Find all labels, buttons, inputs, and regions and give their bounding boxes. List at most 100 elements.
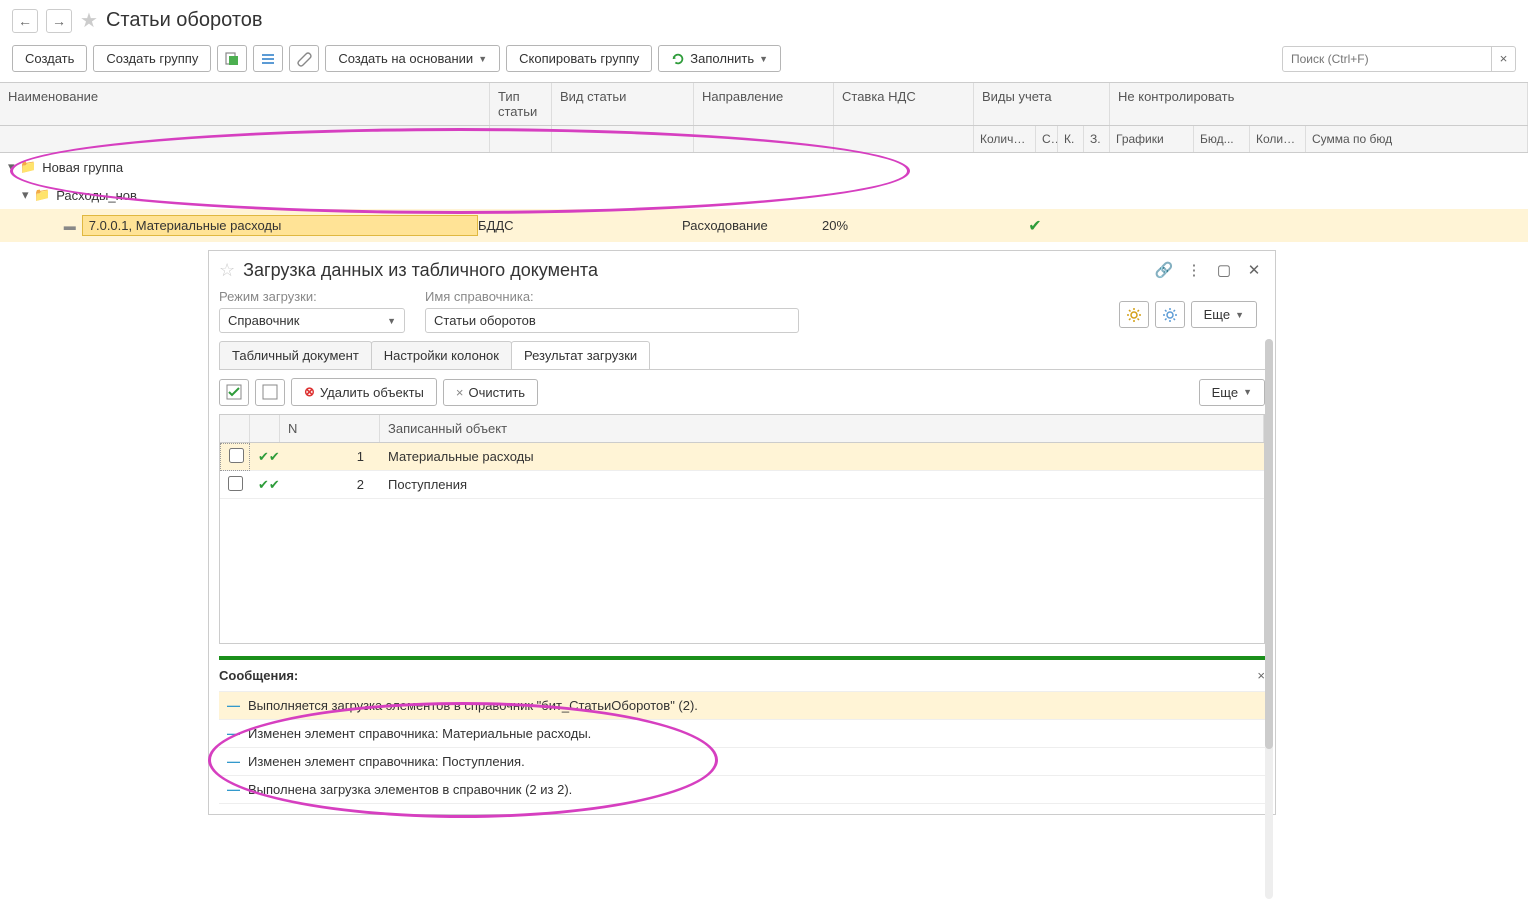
- folder-icon: 📁: [34, 187, 50, 203]
- back-button[interactable]: ←: [12, 9, 38, 33]
- dash-icon: —: [227, 754, 240, 769]
- favorite-star-icon[interactable]: ★: [80, 8, 98, 33]
- dash-icon: —: [227, 782, 240, 797]
- tool-button-2[interactable]: [1155, 301, 1185, 328]
- clear-label: Очистить: [468, 385, 525, 400]
- copy-group-button[interactable]: Скопировать группу: [506, 45, 652, 72]
- cell-nds: 20%: [822, 218, 962, 233]
- col-type[interactable]: Тип статьи: [490, 83, 552, 125]
- subcol-kol[interactable]: Количест...: [974, 126, 1036, 152]
- tree-item-row[interactable]: ▬ 7.0.0.1, Материальные расходы БДДС Рас…: [0, 209, 1528, 242]
- tab-columns[interactable]: Настройки колонок: [371, 341, 512, 369]
- group-label: Расходы_нов: [56, 188, 137, 203]
- more-label: Еще: [1212, 385, 1238, 400]
- more-label: Еще: [1204, 307, 1230, 322]
- messages-title: Сообщения:: [219, 668, 298, 683]
- copy-icon: [224, 51, 240, 67]
- chevron-down-icon: ▼: [759, 54, 768, 64]
- result-table: N Записанный объект ✔✔ 1 Материальные ра…: [219, 414, 1265, 644]
- message-text: Изменен элемент справочника: Материальны…: [248, 726, 591, 741]
- copy-button[interactable]: [217, 45, 247, 72]
- maximize-icon[interactable]: ▢: [1213, 259, 1235, 281]
- cell-type: БДДС: [478, 218, 540, 233]
- scrollbar-thumb[interactable]: [1265, 339, 1273, 749]
- row-checkbox[interactable]: [228, 476, 243, 491]
- more-icon[interactable]: ⋮: [1183, 259, 1205, 281]
- chevron-down-icon: ▼: [1235, 310, 1244, 320]
- list-button[interactable]: [253, 45, 283, 72]
- subcol-bud[interactable]: Бюд...: [1194, 126, 1250, 152]
- tab-document[interactable]: Табличный документ: [219, 341, 372, 369]
- message-row[interactable]: — Изменен элемент справочника: Поступлен…: [219, 748, 1265, 776]
- name-label: Имя справочника:: [425, 289, 799, 304]
- more-button-2[interactable]: Еще ▼: [1199, 379, 1265, 406]
- mode-value: Справочник: [228, 313, 300, 328]
- tree-group-row[interactable]: ▾ 📁 Расходы_нов: [0, 181, 1528, 209]
- messages-close-icon[interactable]: ×: [1257, 668, 1265, 683]
- col-obj[interactable]: Записанный объект: [380, 415, 1264, 442]
- result-row[interactable]: ✔✔ 2 Поступления: [220, 471, 1264, 499]
- message-row[interactable]: — Изменен элемент справочника: Материаль…: [219, 720, 1265, 748]
- forward-button[interactable]: →: [46, 9, 72, 33]
- name-input[interactable]: Статьи оборотов: [425, 308, 799, 333]
- col-status: [250, 415, 280, 442]
- message-row[interactable]: — Выполнена загрузка элементов в справоч…: [219, 776, 1265, 804]
- more-button[interactable]: Еще ▼: [1191, 301, 1257, 328]
- search-clear-button[interactable]: ×: [1492, 46, 1516, 72]
- col-n[interactable]: N: [280, 415, 380, 442]
- chevron-down-icon: ▼: [387, 316, 396, 326]
- attach-button[interactable]: [289, 45, 319, 72]
- main-table: Наименование Тип статьи Вид статьи Напра…: [0, 82, 1528, 242]
- create-based-button[interactable]: Создать на основании ▼: [325, 45, 500, 72]
- fill-label: Заполнить: [690, 51, 754, 66]
- uncheck-all-button[interactable]: [255, 379, 285, 406]
- mode-select[interactable]: Справочник ▼: [219, 308, 405, 333]
- check-icon: ✔: [1028, 218, 1041, 235]
- clear-button[interactable]: × Очистить: [443, 379, 538, 406]
- subcol-sum[interactable]: Сумма по бюд: [1306, 126, 1528, 152]
- col-nds[interactable]: Ставка НДС: [834, 83, 974, 125]
- create-button[interactable]: Создать: [12, 45, 87, 72]
- fill-button[interactable]: Заполнить ▼: [658, 45, 781, 72]
- link-icon[interactable]: 🔗: [1153, 259, 1175, 281]
- col-dir[interactable]: Направление: [694, 83, 834, 125]
- create-group-button[interactable]: Создать группу: [93, 45, 211, 72]
- message-row[interactable]: — Выполняется загрузка элементов в справ…: [219, 692, 1265, 720]
- row-checkbox[interactable]: [229, 448, 244, 463]
- search-input[interactable]: [1282, 46, 1492, 72]
- message-text: Выполнена загрузка элементов в справочни…: [248, 782, 572, 797]
- scrollbar[interactable]: [1265, 339, 1273, 899]
- mode-label: Режим загрузки:: [219, 289, 405, 304]
- success-icon: ✔✔: [258, 449, 280, 464]
- subcol-s[interactable]: С.: [1036, 126, 1058, 152]
- result-row[interactable]: ✔✔ 1 Материальные расходы: [220, 443, 1264, 471]
- chevron-down-icon: ▼: [478, 54, 487, 64]
- folder-icon: 📁: [20, 159, 36, 175]
- col-vid[interactable]: Вид статьи: [552, 83, 694, 125]
- col-vidu[interactable]: Виды учета: [974, 83, 1110, 125]
- tab-result[interactable]: Результат загрузки: [511, 341, 650, 369]
- tree-group-row[interactable]: ▾ 📁 Новая группа: [0, 153, 1528, 181]
- expand-icon[interactable]: ▾: [22, 187, 34, 203]
- col-nk[interactable]: Не контролировать: [1110, 83, 1528, 125]
- delete-objects-button[interactable]: ⊗ Удалить объекты: [291, 378, 437, 406]
- checkbox-empty-icon: [262, 384, 278, 400]
- import-modal: ☆ Загрузка данных из табличного документ…: [208, 250, 1276, 815]
- col-checkbox: [220, 415, 250, 442]
- gear-icon: [1162, 307, 1178, 323]
- message-text: Выполняется загрузка элементов в справоч…: [248, 698, 698, 713]
- col-name[interactable]: Наименование: [0, 83, 490, 125]
- gear-icon: [1126, 307, 1142, 323]
- tool-button-1[interactable]: [1119, 301, 1149, 328]
- expand-icon[interactable]: ▾: [8, 159, 20, 175]
- create-based-label: Создать на основании: [338, 51, 473, 66]
- subcol-kol2[interactable]: Колич...: [1250, 126, 1306, 152]
- item-icon: ▬: [64, 219, 76, 233]
- subcol-graf[interactable]: Графики: [1110, 126, 1194, 152]
- subcol-z[interactable]: З.: [1084, 126, 1110, 152]
- favorite-star-icon[interactable]: ☆: [219, 260, 235, 281]
- subcol-k[interactable]: К.: [1058, 126, 1084, 152]
- close-icon[interactable]: ✕: [1243, 259, 1265, 281]
- check-all-button[interactable]: [219, 379, 249, 406]
- message-text: Изменен элемент справочника: Поступления…: [248, 754, 525, 769]
